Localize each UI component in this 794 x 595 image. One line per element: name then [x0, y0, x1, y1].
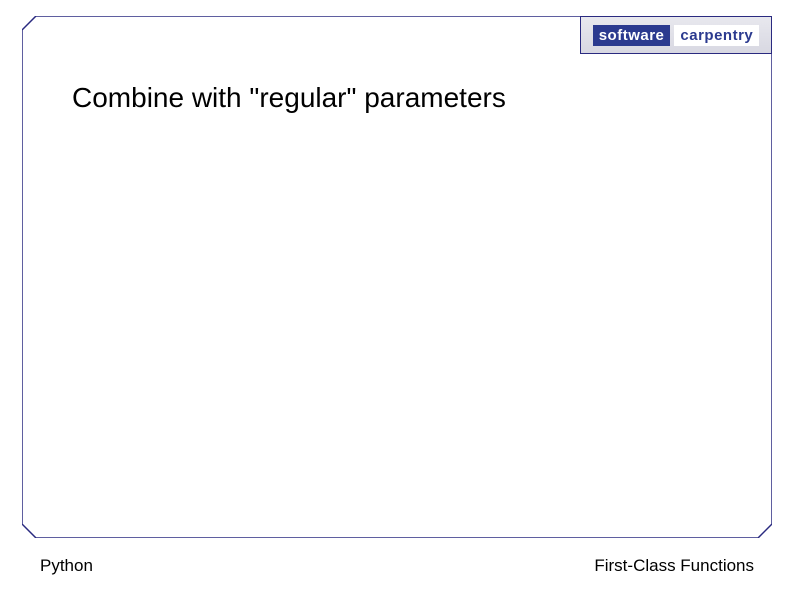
- slide-title: Combine with "regular" parameters: [72, 82, 506, 114]
- logo-word-software: software: [593, 25, 671, 46]
- slide-frame: software carpentry Combine with "regular…: [22, 16, 772, 538]
- footer-left: Python: [40, 556, 93, 576]
- logo: software carpentry: [580, 16, 772, 54]
- footer-right: First-Class Functions: [594, 556, 754, 576]
- logo-word-carpentry: carpentry: [674, 25, 759, 46]
- logo-inner: software carpentry: [581, 17, 771, 53]
